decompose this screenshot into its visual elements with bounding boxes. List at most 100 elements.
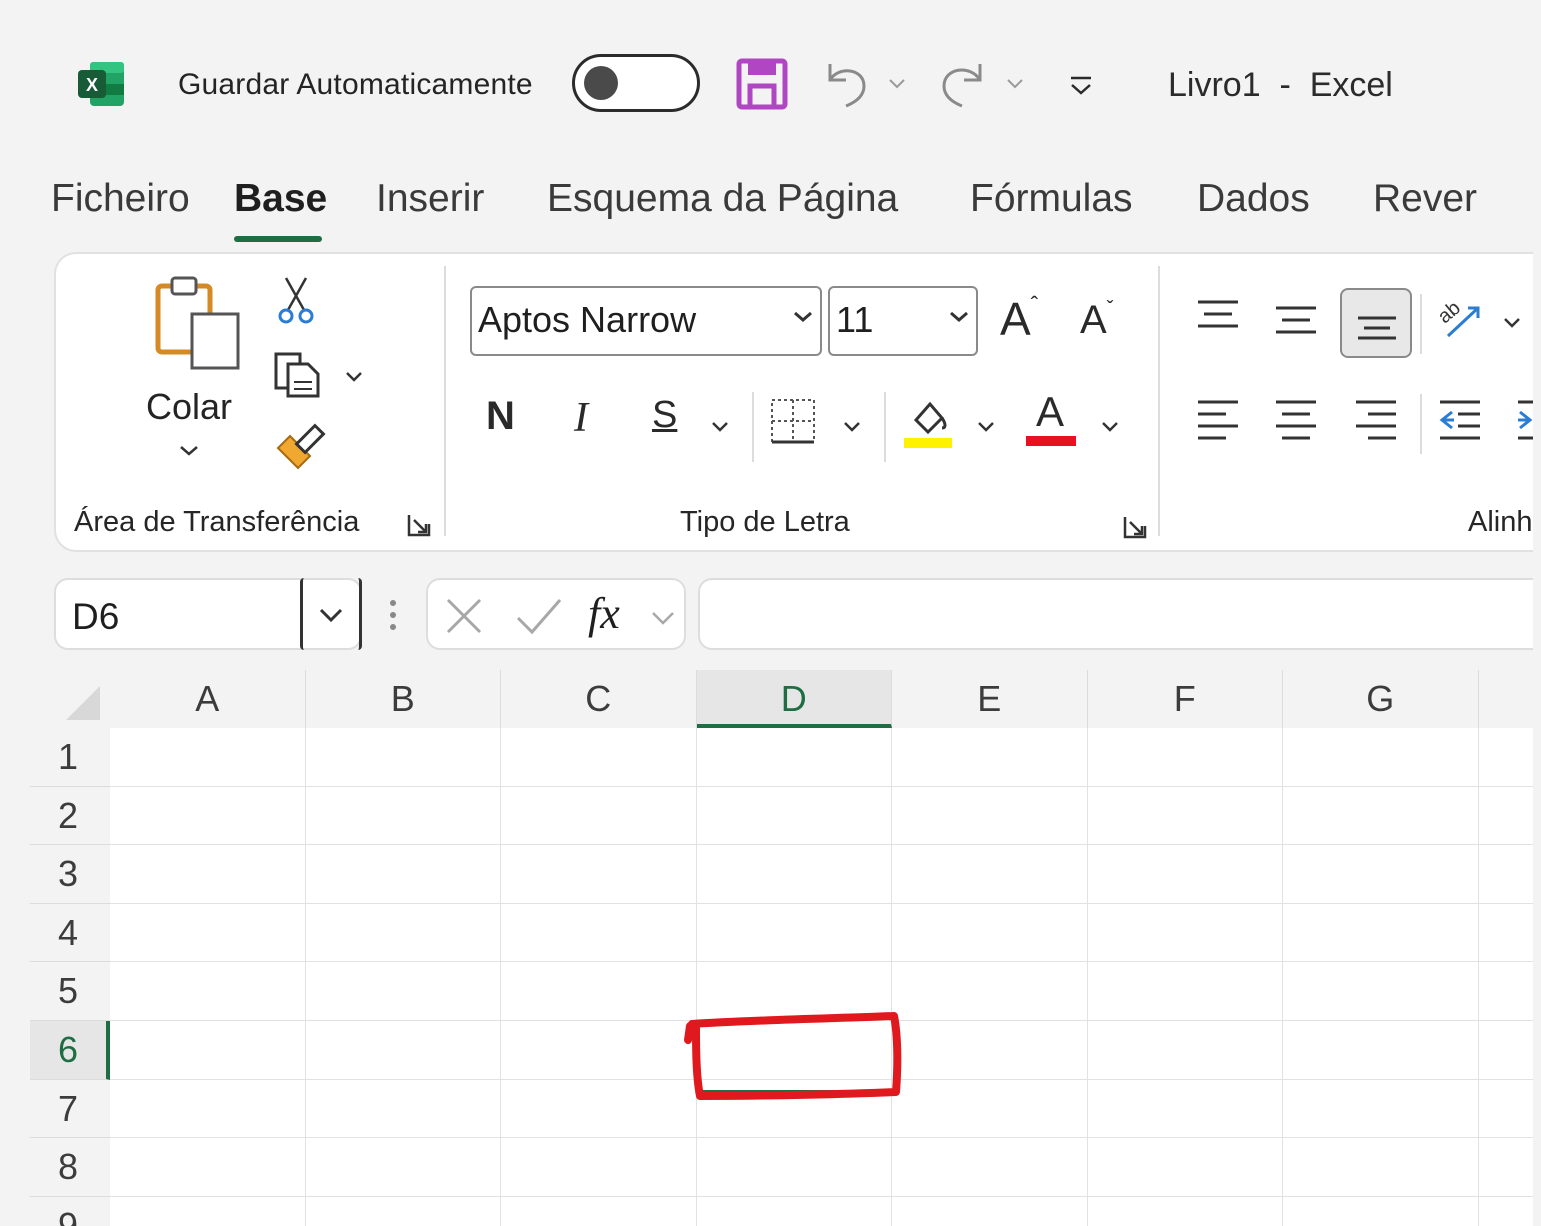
tab-inserir[interactable]: Inserir bbox=[376, 177, 484, 221]
column-header-b[interactable]: B bbox=[305, 670, 501, 728]
cell-c8[interactable] bbox=[501, 1138, 697, 1197]
borders-icon[interactable] bbox=[768, 396, 818, 446]
cell-g6[interactable] bbox=[1283, 1021, 1479, 1080]
orientation-dropdown-icon[interactable] bbox=[1502, 316, 1522, 330]
tab-rever[interactable]: Rever bbox=[1373, 177, 1477, 221]
column-header-g[interactable]: G bbox=[1283, 670, 1479, 728]
cell-b2[interactable] bbox=[305, 786, 501, 846]
font-color-icon[interactable]: A bbox=[1026, 388, 1078, 450]
borders-dropdown-icon[interactable] bbox=[842, 420, 862, 434]
font-size-select[interactable]: 11 bbox=[828, 286, 978, 356]
autosave-toggle[interactable] bbox=[572, 54, 700, 112]
orientation-icon[interactable]: ab bbox=[1434, 292, 1486, 344]
cell-f3[interactable] bbox=[1087, 845, 1283, 904]
tab-formulas[interactable]: Fórmulas bbox=[970, 177, 1133, 221]
font-dialog-launcher-icon[interactable] bbox=[1122, 514, 1148, 540]
font-color-dropdown-icon[interactable] bbox=[1100, 420, 1120, 434]
cell-a3[interactable] bbox=[110, 845, 306, 904]
cell-a6[interactable] bbox=[110, 1021, 306, 1080]
grow-font-icon[interactable]: Aˆ bbox=[1000, 292, 1038, 346]
insert-function-button[interactable]: fx bbox=[588, 588, 620, 639]
select-all-button[interactable] bbox=[30, 670, 110, 728]
paste-icon[interactable] bbox=[152, 276, 244, 372]
row-header-6[interactable]: 6 bbox=[30, 1021, 110, 1080]
cell-b8[interactable] bbox=[305, 1138, 501, 1197]
cell-a1[interactable] bbox=[110, 728, 306, 787]
cell-e8[interactable] bbox=[892, 1138, 1088, 1197]
cell-f2[interactable] bbox=[1087, 786, 1283, 846]
row-header-5[interactable]: 5 bbox=[30, 962, 110, 1021]
cut-icon[interactable] bbox=[278, 276, 314, 328]
cell-h4[interactable] bbox=[1478, 904, 1533, 963]
cell-d5[interactable] bbox=[696, 962, 892, 1021]
copy-icon[interactable] bbox=[272, 350, 326, 400]
cell-g2[interactable] bbox=[1283, 786, 1479, 846]
column-header-c[interactable]: C bbox=[501, 670, 697, 728]
cell-g5[interactable] bbox=[1283, 962, 1479, 1021]
align-bottom-button[interactable] bbox=[1340, 288, 1412, 358]
italic-button[interactable]: I bbox=[574, 394, 588, 442]
cell-a5[interactable] bbox=[110, 962, 306, 1021]
cell-f7[interactable] bbox=[1087, 1079, 1283, 1139]
row-header-1[interactable]: 1 bbox=[30, 728, 110, 787]
cancel-icon[interactable] bbox=[444, 596, 484, 636]
increase-indent-icon[interactable] bbox=[1514, 396, 1533, 444]
cell-d4[interactable] bbox=[696, 903, 892, 963]
cell-a4[interactable] bbox=[110, 903, 306, 963]
save-icon[interactable] bbox=[736, 58, 788, 110]
cell-g9[interactable] bbox=[1283, 1196, 1479, 1226]
cell-h1[interactable] bbox=[1478, 728, 1533, 787]
cell-b5[interactable] bbox=[305, 962, 501, 1021]
decrease-indent-icon[interactable] bbox=[1436, 396, 1484, 444]
redo-icon[interactable] bbox=[936, 56, 990, 112]
cell-g7[interactable] bbox=[1283, 1079, 1479, 1139]
cell-f4[interactable] bbox=[1087, 903, 1283, 963]
cell-c7[interactable] bbox=[501, 1079, 697, 1139]
cell-h8[interactable] bbox=[1478, 1138, 1533, 1197]
tab-dados[interactable]: Dados bbox=[1197, 177, 1310, 221]
cell-d3[interactable] bbox=[696, 845, 892, 904]
cell-c3[interactable] bbox=[501, 845, 697, 904]
tab-esquema-da-pagina[interactable]: Esquema da Página bbox=[547, 177, 898, 221]
cell-e9[interactable] bbox=[892, 1196, 1088, 1226]
cell-b1[interactable] bbox=[305, 728, 501, 787]
cell-c1[interactable] bbox=[501, 728, 697, 787]
cell-h6[interactable] bbox=[1478, 1021, 1533, 1080]
cell-d8[interactable] bbox=[696, 1138, 892, 1197]
clipboard-dialog-launcher-icon[interactable] bbox=[406, 512, 432, 538]
align-top-icon[interactable] bbox=[1194, 296, 1242, 336]
row-header-7[interactable]: 7 bbox=[30, 1079, 110, 1139]
cell-f1[interactable] bbox=[1087, 728, 1283, 787]
shrink-font-icon[interactable]: Aˇ bbox=[1080, 298, 1113, 343]
fill-color-dropdown-icon[interactable] bbox=[976, 420, 996, 434]
cell-a9[interactable] bbox=[110, 1196, 306, 1226]
cell-g8[interactable] bbox=[1283, 1138, 1479, 1197]
cell-b9[interactable] bbox=[306, 1196, 501, 1226]
cell-g3[interactable] bbox=[1283, 845, 1479, 904]
cell-e2[interactable] bbox=[892, 786, 1088, 846]
name-box-dropdown[interactable] bbox=[300, 578, 362, 650]
cell-a8[interactable] bbox=[110, 1138, 306, 1197]
cell-g1[interactable] bbox=[1283, 728, 1479, 787]
redo-dropdown-icon[interactable] bbox=[1006, 78, 1024, 90]
row-header-2[interactable]: 2 bbox=[30, 786, 110, 846]
cell-f6[interactable] bbox=[1087, 1021, 1283, 1080]
undo-dropdown-icon[interactable] bbox=[888, 78, 906, 90]
cell-a7[interactable] bbox=[110, 1079, 306, 1139]
undo-icon[interactable] bbox=[820, 56, 870, 112]
cell-c2[interactable] bbox=[501, 786, 697, 846]
cell-d1[interactable] bbox=[696, 728, 892, 787]
row-header-4[interactable]: 4 bbox=[30, 903, 110, 963]
tab-base[interactable]: Base bbox=[234, 177, 327, 221]
cell-c6[interactable] bbox=[501, 1021, 697, 1080]
row-header-9[interactable]: 9 bbox=[30, 1196, 110, 1226]
underline-button[interactable]: S bbox=[652, 394, 677, 437]
column-header-f[interactable]: F bbox=[1087, 670, 1283, 728]
copy-dropdown-icon[interactable] bbox=[344, 370, 364, 384]
formula-input[interactable] bbox=[698, 578, 1533, 650]
cell-e5[interactable] bbox=[892, 962, 1088, 1021]
cell-e4[interactable] bbox=[892, 903, 1088, 963]
paste-dropdown-icon[interactable] bbox=[178, 444, 200, 458]
name-box[interactable]: D6 bbox=[54, 578, 362, 650]
function-dropdown-icon[interactable] bbox=[650, 610, 676, 626]
